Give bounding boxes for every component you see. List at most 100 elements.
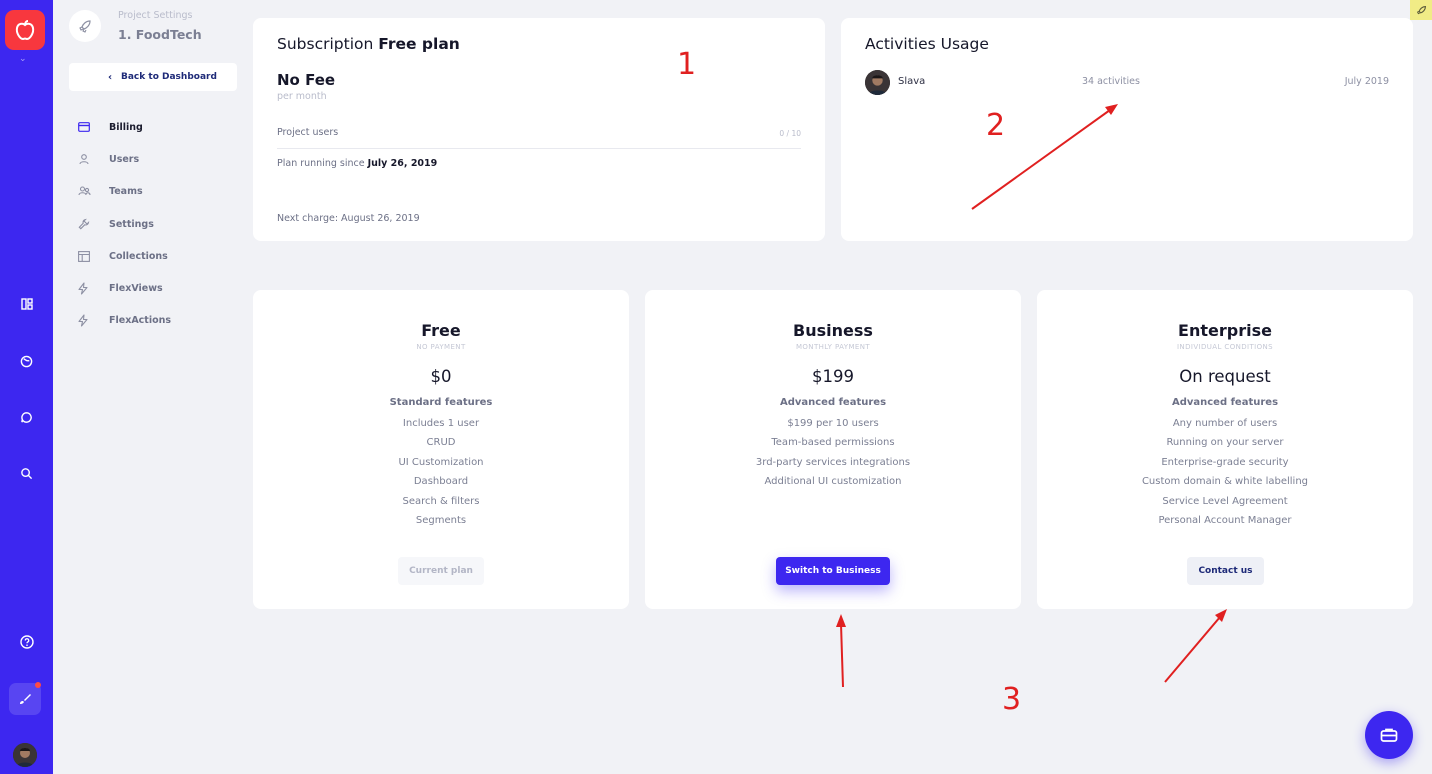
activity-user-name: Slava <box>898 76 926 87</box>
activity-count: 34 activities <box>1082 76 1140 87</box>
plan-price: $199 <box>812 367 854 386</box>
wrench-icon <box>78 218 98 230</box>
plan-name: Business <box>793 321 873 340</box>
activity-row: Slava 34 activities July 2019 <box>865 70 1389 96</box>
back-button-label: Back to Dashboard <box>121 72 217 82</box>
feature-item: Service Level Agreement <box>1162 495 1288 507</box>
bolt-icon <box>78 313 98 327</box>
contact-us-button[interactable]: Contact us <box>1187 557 1264 585</box>
sidebar-item-teams[interactable]: Teams <box>69 180 237 202</box>
user-avatar[interactable] <box>13 743 37 767</box>
fee-period: per month <box>277 91 327 102</box>
activity-period: July 2019 <box>1344 76 1389 87</box>
rocket-icon[interactable] <box>1410 0 1432 20</box>
search-icon[interactable] <box>0 459 53 487</box>
subscription-title-prefix: Subscription <box>277 35 374 53</box>
plan-features-title: Standard features <box>389 397 493 408</box>
plan-features-list: Any number of users Running on your serv… <box>1142 414 1308 530</box>
sidebar-item-label: Settings <box>109 218 154 230</box>
feature-item: Dashboard <box>413 476 469 488</box>
divider <box>277 148 801 149</box>
project-settings-label: Project Settings <box>118 10 193 21</box>
sidebar-item-label: Collections <box>109 250 168 262</box>
feature-item: 3rd-party services integrations <box>755 456 911 468</box>
feature-item: Custom domain & white labelling <box>1141 476 1309 488</box>
annotation-arrow <box>1164 616 1221 683</box>
plan-running-since: Plan running since July 26, 2019 <box>277 158 437 169</box>
current-plan-name: Free plan <box>378 35 460 53</box>
feature-item: UI Customization <box>398 456 484 468</box>
plan-name: Free <box>421 321 461 340</box>
sidebar-item-label: Teams <box>109 185 143 197</box>
settings-sidebar: Project Settings 1. FoodTech ‹ Back to D… <box>53 0 253 774</box>
app-logo-icon[interactable] <box>5 10 45 50</box>
sidebar-item-label: Users <box>109 153 140 165</box>
current-plan-button[interactable]: Current plan <box>398 557 484 585</box>
sidebar-item-label: Billing <box>109 121 143 133</box>
since-label: Plan running since <box>277 158 365 169</box>
back-to-dashboard-button[interactable]: ‹ Back to Dashboard <box>69 63 237 91</box>
feature-item: Includes 1 user <box>402 418 480 429</box>
plan-price: $0 <box>430 367 452 386</box>
plan-features-title: Advanced features <box>779 397 887 408</box>
plan-card-enterprise: Enterprise INDIVIDUAL CONDITIONS On requ… <box>1037 290 1413 609</box>
chat-icon[interactable] <box>0 403 53 431</box>
feature-item: Search & filters <box>402 495 480 507</box>
credit-card-icon <box>78 122 98 132</box>
plan-name: Enterprise <box>1178 321 1272 340</box>
plan-features-list: $199 per 10 users Team-based permissions… <box>756 414 910 492</box>
annotation-arrow <box>840 623 844 688</box>
plan-price: On request <box>1179 367 1271 386</box>
switch-to-business-button[interactable]: Switch to Business <box>776 557 890 585</box>
plan-subtitle: NO PAYMENT <box>416 343 466 351</box>
app-rail: ⌄ <box>0 0 53 774</box>
chevron-down-icon[interactable]: ⌄ <box>19 54 27 64</box>
globe-icon[interactable] <box>0 347 53 375</box>
fee-amount: No Fee <box>277 71 336 89</box>
notification-dot <box>35 682 41 688</box>
sidebar-item-flexviews[interactable]: FlexViews <box>69 277 237 299</box>
plan-features-list: Includes 1 user CRUD UI Customization Da… <box>398 414 483 530</box>
feature-item: $199 per 10 users <box>787 418 879 429</box>
feature-item: Segments <box>415 515 467 527</box>
sidebar-item-users[interactable]: Users <box>69 148 237 170</box>
sidebar-item-settings[interactable]: Settings <box>69 213 237 235</box>
sidebar-item-label: FlexActions <box>109 314 172 326</box>
feature-item: Any number of users <box>1172 418 1278 429</box>
annotation-number: 1 <box>677 47 697 82</box>
feature-item: Running on your server <box>1166 437 1284 449</box>
rocket-icon <box>69 10 101 42</box>
project-name: 1. FoodTech <box>118 27 202 42</box>
sidebar-item-collections[interactable]: Collections <box>69 245 237 267</box>
subscription-title: Subscription Free plan <box>277 35 460 53</box>
activities-card: Activities Usage Slava 34 activities Jul… <box>841 18 1413 241</box>
annotation-arrowhead <box>1215 609 1227 622</box>
sidebar-item-billing[interactable]: Billing <box>69 116 237 138</box>
plan-card-business: Business MONTHLY PAYMENT $199 Advanced f… <box>645 290 1021 609</box>
bolt-icon <box>78 281 98 295</box>
plan-card-free: Free NO PAYMENT $0 Standard features Inc… <box>253 290 629 609</box>
sidebar-item-label: FlexViews <box>109 282 163 294</box>
help-icon[interactable] <box>0 628 53 656</box>
avatar <box>865 70 890 95</box>
annotation-arrowhead <box>836 614 846 627</box>
since-date: July 26, 2019 <box>367 158 438 169</box>
next-charge: Next charge: August 26, 2019 <box>277 213 420 224</box>
dashboard-icon[interactable] <box>0 290 53 318</box>
user-icon <box>78 153 98 165</box>
briefcase-icon[interactable] <box>1365 711 1413 759</box>
table-icon <box>78 250 98 262</box>
annotation-number: 2 <box>986 108 1006 143</box>
feature-item: Additional UI customization <box>764 476 902 488</box>
chevron-left-icon: ‹ <box>107 71 113 83</box>
plan-features-title: Advanced features <box>1171 397 1279 408</box>
plan-subtitle: INDIVIDUAL CONDITIONS <box>1176 343 1274 351</box>
feature-item: CRUD <box>426 437 456 449</box>
project-users-value: 0 / 10 <box>779 129 801 138</box>
plan-subtitle: MONTHLY PAYMENT <box>795 343 871 351</box>
team-icon <box>78 185 98 197</box>
activities-title: Activities Usage <box>865 35 989 53</box>
feature-item: Enterprise-grade security <box>1161 456 1289 468</box>
sidebar-item-flexactions[interactable]: FlexActions <box>69 309 237 331</box>
subscription-card: Subscription Free plan No Fee per month … <box>253 18 825 241</box>
